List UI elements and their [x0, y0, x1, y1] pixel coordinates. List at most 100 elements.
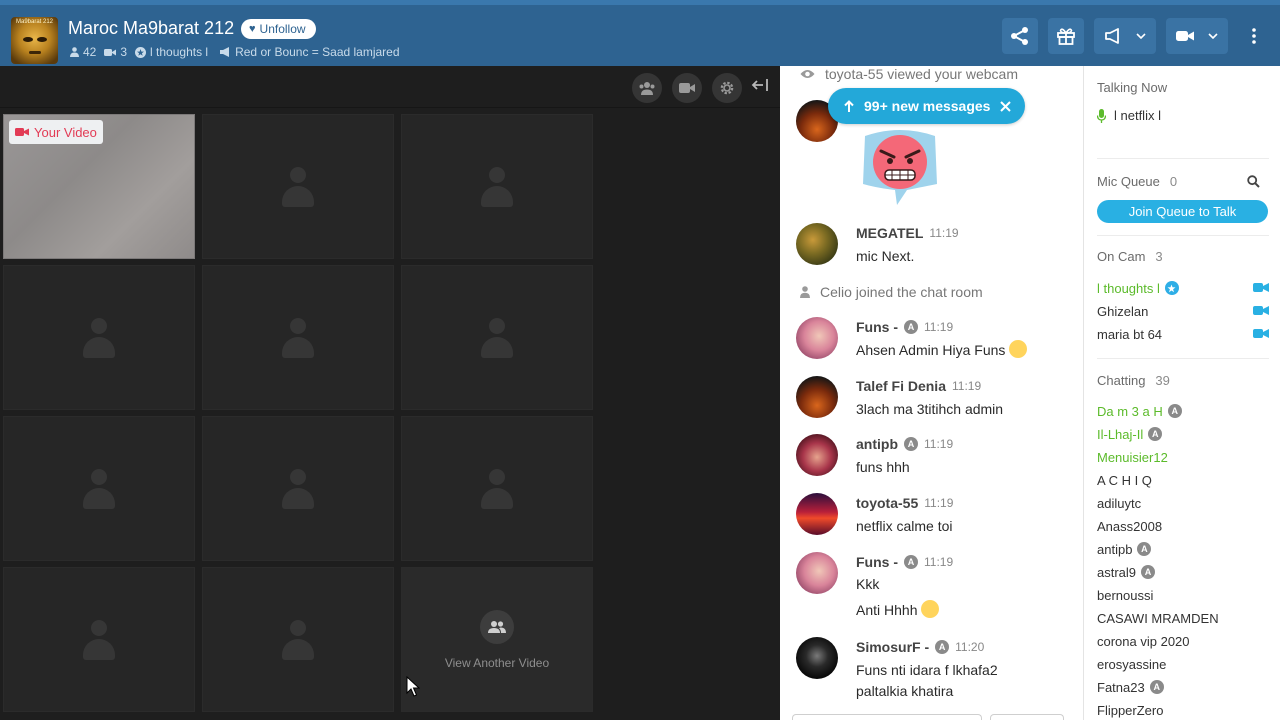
chatting-user[interactable]: bernoussi	[1097, 585, 1273, 605]
video-slot[interactable]	[3, 265, 195, 410]
arrow-up-icon	[844, 99, 854, 112]
collapse-panel-button[interactable]	[751, 78, 769, 96]
message-author[interactable]: MEGATEL	[856, 225, 923, 241]
user-avatar[interactable]	[796, 552, 838, 594]
on-cam-user[interactable]: l thoughts l	[1097, 278, 1273, 298]
chatting-user[interactable]: erosyassine	[1097, 654, 1273, 674]
mouse-cursor-icon	[406, 676, 420, 697]
chatting-user[interactable]: corona vip 2020	[1097, 631, 1273, 651]
user-avatar[interactable]	[796, 317, 838, 359]
user-avatar[interactable]	[796, 223, 838, 265]
user-avatar[interactable]	[796, 637, 838, 679]
gift-button[interactable]	[1048, 17, 1084, 54]
toggle-camera-button[interactable]	[672, 73, 702, 103]
video-layout-button[interactable]	[632, 73, 662, 103]
chatting-user[interactable]: Fatna23 A	[1097, 677, 1273, 697]
message-text: Anti Hhhh	[856, 600, 940, 621]
admin-badge-icon: A	[904, 555, 918, 569]
user-avatar[interactable]	[796, 493, 838, 535]
video-slot[interactable]	[202, 567, 394, 712]
more-menu-button[interactable]	[1236, 18, 1272, 54]
chevron-down-icon	[1208, 32, 1218, 39]
message-author[interactable]: Funs -	[856, 554, 898, 570]
room-owner[interactable]: l thoughts l	[135, 45, 208, 59]
video-settings-button[interactable]	[712, 73, 742, 103]
on-cam-user[interactable]: maria bt 64	[1097, 324, 1273, 344]
video-slot[interactable]	[202, 114, 394, 259]
chat-message: Talef Fi Denia 11:19 3lach ma 3titihch a…	[796, 376, 1076, 426]
message-text: funs hhh	[856, 459, 910, 475]
room-avatar[interactable]: Ma9barat 212	[11, 17, 58, 64]
message-author[interactable]: antipb	[856, 436, 898, 452]
mic-queue-count: 0	[1169, 174, 1178, 189]
users-count: 42	[70, 45, 96, 59]
mic-queue-title: Mic Queue 0	[1097, 174, 1178, 189]
join-queue-button[interactable]: Join Queue to Talk	[1097, 200, 1268, 223]
room-title: Maroc Ma9barat 212	[68, 18, 235, 38]
chatting-user[interactable]: Da m 3 a H A	[1097, 401, 1273, 421]
chatting-user[interactable]: Menuisier12	[1097, 447, 1273, 467]
chatting-user[interactable]: antipb A	[1097, 539, 1273, 559]
message-author[interactable]: Funs -	[856, 319, 898, 335]
chatting-user[interactable]: A C H I Q	[1097, 470, 1273, 490]
chat-message: MEGATEL 11:19 mic Next.	[796, 223, 1076, 273]
video-slot[interactable]	[202, 416, 394, 561]
chatting-title: Chatting 39	[1097, 373, 1170, 388]
message-author[interactable]: SimosurF -	[856, 639, 929, 655]
view-another-video-tile[interactable]: View Another Video	[401, 567, 593, 712]
users-icon	[639, 82, 655, 95]
chatting-user[interactable]: Il-Lhaj-Il A	[1097, 424, 1273, 444]
message-text: 3lach ma 3titihch admin	[856, 401, 1004, 417]
message-author[interactable]: Talef Fi Denia	[856, 378, 946, 394]
chatting-user[interactable]: Anass2008	[1097, 516, 1273, 536]
chat-input-tab[interactable]	[792, 714, 982, 720]
divider	[1097, 235, 1269, 236]
chatting-user[interactable]: CASAWI MRAMDEN	[1097, 608, 1273, 628]
unfollow-button[interactable]: ♥ Unfollow	[241, 19, 316, 39]
user-placeholder-icon	[480, 166, 514, 207]
users-icon	[480, 609, 514, 644]
heart-icon: ♥	[249, 23, 256, 35]
video-slot[interactable]	[202, 265, 394, 410]
message-time: 11:19	[924, 496, 954, 510]
admin-badge-icon: A	[1137, 542, 1152, 556]
flushed-emoji-icon	[921, 600, 940, 618]
chat-message: Funs - A 11:19 Kkk Anti Hhhh	[796, 552, 1076, 632]
admin-badge-icon: A	[1148, 427, 1163, 441]
broadcast-button[interactable]	[1094, 17, 1156, 54]
chatting-user-name: bernoussi	[1097, 587, 1154, 603]
self-video-tile[interactable]: Your Video	[3, 114, 195, 259]
new-messages-button[interactable]: 99+ new messages	[828, 88, 1026, 124]
chatting-user-name: corona vip 2020	[1097, 633, 1190, 649]
user-placeholder-icon	[281, 468, 315, 509]
video-slot[interactable]	[3, 416, 195, 561]
chat-send-tab[interactable]	[990, 714, 1064, 720]
chatting-user[interactable]: FlipperZero	[1097, 700, 1273, 720]
search-icon[interactable]	[1247, 175, 1260, 188]
share-button[interactable]	[1002, 17, 1038, 54]
on-cam-user[interactable]: Ghizelan	[1097, 301, 1273, 321]
camera-button[interactable]	[1166, 17, 1228, 54]
megaphone-icon	[220, 47, 230, 57]
video-slot[interactable]	[401, 265, 593, 410]
chatting-user-name: Da m 3 a H	[1097, 403, 1163, 419]
chatting-user[interactable]: adiluytc	[1097, 493, 1273, 513]
room-announcement: Red or Bounc = Saad lamjared	[220, 45, 400, 59]
chat-message: antipb A 11:19 funs hhh	[796, 434, 1076, 484]
message-text: netflix calme toi	[856, 518, 953, 534]
admin-badge-icon: A	[904, 437, 918, 451]
video-slot[interactable]	[401, 114, 593, 259]
video-slot[interactable]	[401, 416, 593, 561]
user-avatar[interactable]	[796, 376, 838, 418]
system-message: Celio joined the chat room	[800, 284, 983, 300]
user-avatar[interactable]	[796, 434, 838, 476]
message-author[interactable]: toyota-55	[856, 495, 918, 511]
talking-now-user[interactable]: l netflix l	[1097, 108, 1161, 123]
chat-message: Funs - A 11:19 Ahsen Admin Hiya Funs	[796, 317, 1076, 367]
chatting-user[interactable]: astral9 A	[1097, 562, 1273, 582]
video-slot[interactable]	[3, 567, 195, 712]
message-time: 11:19	[924, 437, 954, 451]
chatting-user-name: antipb	[1097, 541, 1133, 557]
user-placeholder-icon	[82, 619, 116, 660]
your-video-badge: Your Video	[9, 120, 103, 144]
